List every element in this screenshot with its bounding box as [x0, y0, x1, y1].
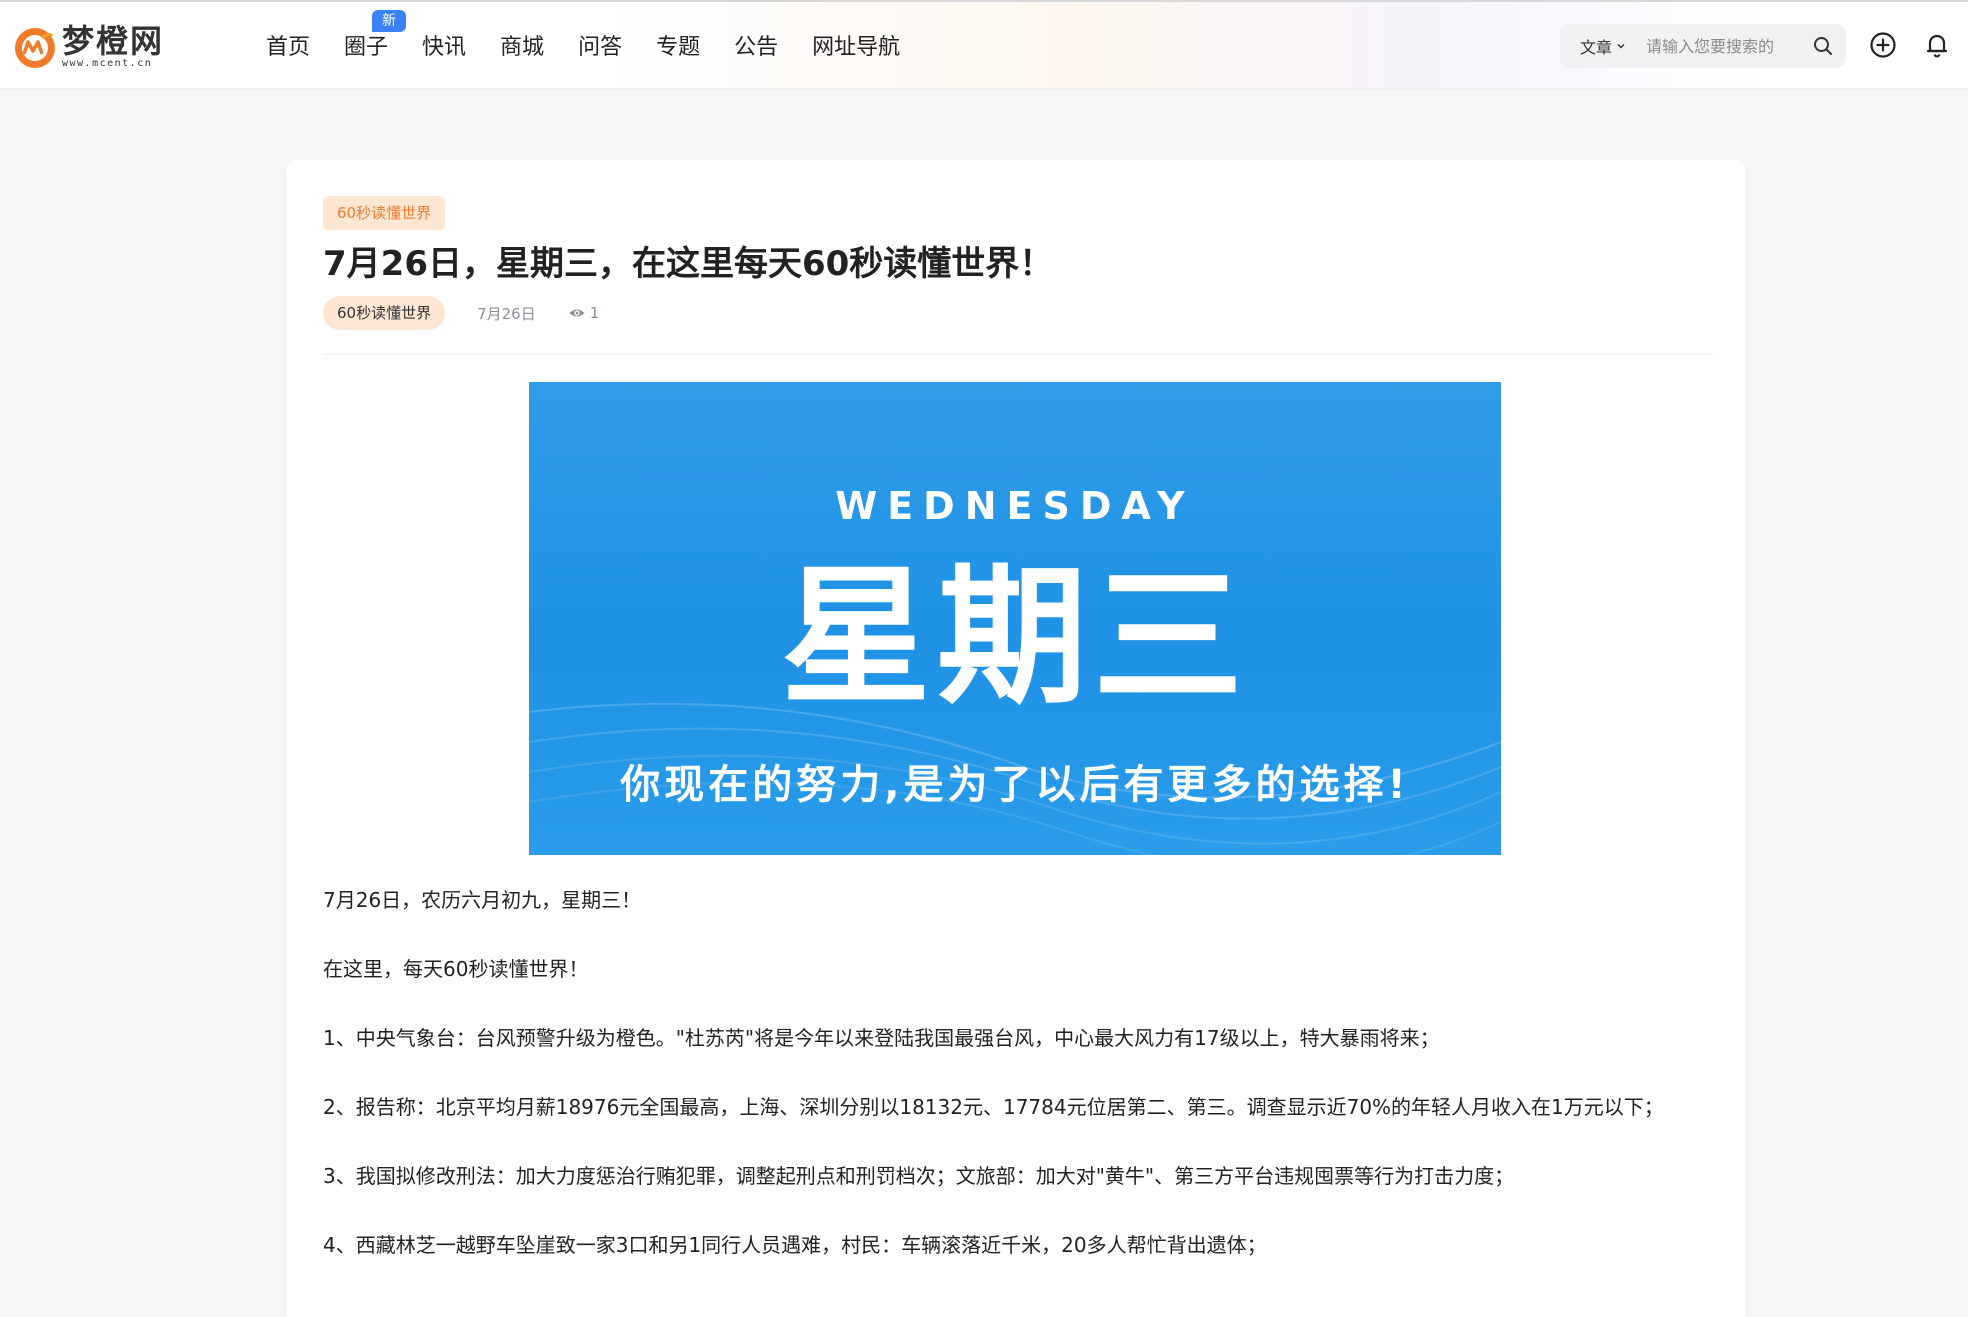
article-date: 7月26日 — [477, 304, 536, 323]
add-circle-icon[interactable] — [1868, 30, 1898, 60]
search-icon[interactable] — [1812, 35, 1834, 57]
logo-url: www.mcent.cn — [62, 58, 153, 69]
article-views: 1 — [568, 304, 600, 322]
nav-item-topics[interactable]: 专题 — [656, 30, 700, 66]
article-paragraph: 1、中央气象台：台风预警升级为橙色。"杜苏芮"将是今年以来登陆我国最强台风，中心… — [323, 1026, 1440, 1050]
nav-item-circle[interactable]: 圈子 新 — [344, 10, 407, 66]
article-body: 7月26日，农历六月初九，星期三！ 在这里，每天60秒读懂世界！ 1、中央气象台… — [323, 884, 1713, 1298]
nav-item-directory[interactable]: 网址导航 — [812, 30, 900, 66]
new-badge: 新 — [372, 10, 407, 32]
nav-item-shop[interactable]: 商城 — [500, 30, 544, 66]
banner-english-day: WEDNESDAY — [835, 484, 1195, 528]
nav-item-circle-label: 圈子 — [344, 35, 389, 60]
view-count: 1 — [589, 304, 600, 322]
banner-chinese-day: 星期三 — [780, 549, 1249, 725]
logo-name: 梦橙网 — [62, 22, 165, 60]
nav-item-home[interactable]: 首页 — [266, 30, 310, 66]
nav-item-news[interactable]: 快讯 — [422, 30, 466, 66]
article-card: 60秒读懂世界 7月26日，星期三，在这里每天60秒读懂世界！ 60秒读懂世界 … — [286, 160, 1746, 1317]
article-paragraph: 4、西藏林芝一越野车坠崖致一家3口和另1同行人员遇难，村民：车辆滚落近千米，20… — [323, 1233, 1267, 1257]
article-paragraph: 2、报告称：北京平均月薪18976元全国最高，上海、深圳分别以18132元、17… — [323, 1095, 1664, 1119]
meta-divider — [323, 354, 1713, 355]
search-type-label: 文章 — [1580, 38, 1613, 57]
search-box: 文章 — [1560, 24, 1846, 68]
article-category-tag[interactable]: 60秒读懂世界 — [323, 296, 446, 330]
nav-item-notice[interactable]: 公告 — [734, 30, 778, 66]
article-top-tag[interactable]: 60秒读懂世界 — [323, 196, 446, 230]
banner-slogan: 你现在的努力,是为了以后有更多的选择! — [620, 762, 1410, 808]
article-banner-image: WEDNESDAY 星期三 你现在的努力,是为了以后有更多的选择! — [529, 382, 1501, 855]
chevron-down-icon — [1617, 44, 1625, 49]
article-title: 7月26日，星期三，在这里每天60秒读懂世界！ — [323, 244, 1054, 284]
nav-item-qa[interactable]: 问答 — [578, 30, 622, 66]
article-paragraph: 在这里，每天60秒读懂世界！ — [323, 957, 589, 981]
article-meta: 60秒读懂世界 7月26日 1 — [323, 296, 599, 330]
eye-icon — [569, 309, 585, 317]
search-input[interactable] — [1646, 36, 1806, 56]
logo-mark-icon — [15, 28, 55, 68]
search-type-select[interactable]: 文章 — [1580, 34, 1636, 58]
main-nav: 首页 圈子 新 快讯 商城 问答 专题 公告 网址导航 — [266, 10, 934, 66]
article-paragraph: 3、我国拟修改刑法：加大力度惩治行贿犯罪，调整起刑点和刑罚档次；文旅部：加大对"… — [323, 1164, 1515, 1188]
site-logo[interactable]: 梦橙网 www.mcent.cn — [12, 20, 172, 74]
bell-icon[interactable] — [1922, 30, 1952, 60]
article-paragraph: 7月26日，农历六月初九，星期三！ — [323, 888, 642, 912]
site-header: 梦橙网 www.mcent.cn 首页 圈子 新 快讯 商城 问答 专题 公告 … — [0, 0, 1968, 88]
